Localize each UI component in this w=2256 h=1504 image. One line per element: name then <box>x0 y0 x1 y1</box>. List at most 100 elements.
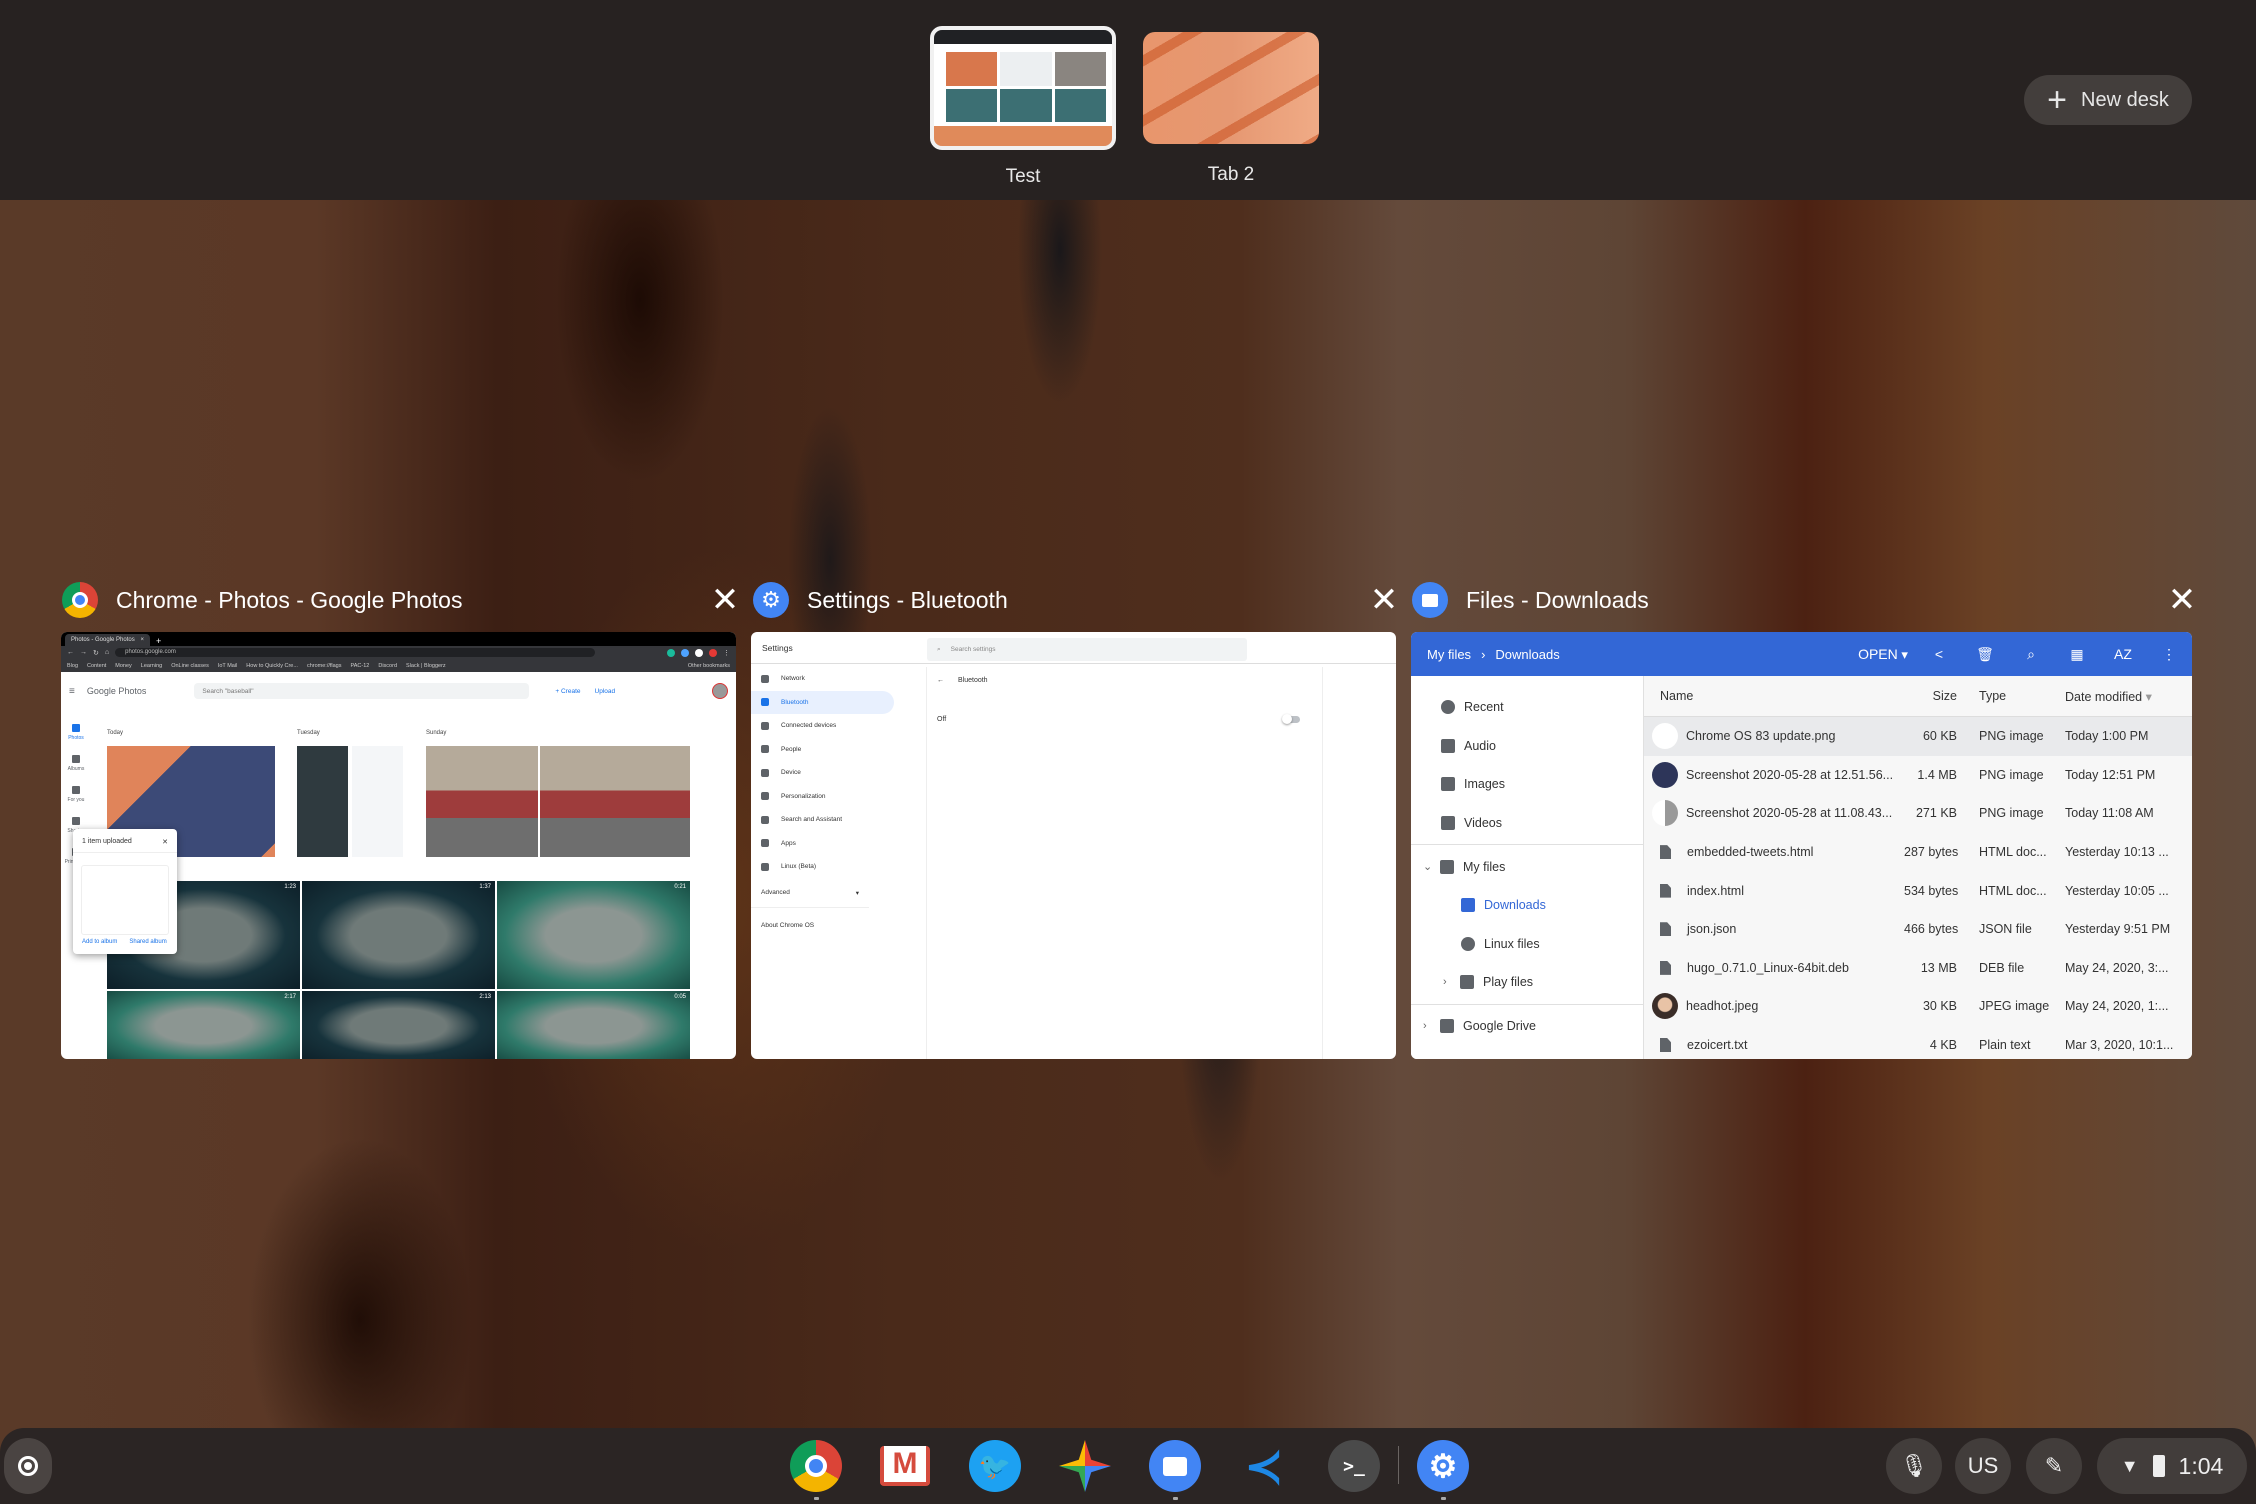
grid-view-icon[interactable]: ▦ <box>2054 646 2100 663</box>
sidebar-item-linux-files[interactable]: Linux files <box>1411 925 1643 964</box>
shelf-app-vscode[interactable]: ≺ <box>1236 1438 1292 1494</box>
sidebar-item-recent[interactable]: Recent <box>1411 688 1643 727</box>
nav-for-you[interactable]: For you <box>61 786 91 803</box>
advanced-toggle[interactable]: Advanced ▾ <box>751 879 869 908</box>
settings-search-input[interactable]: ⌕ Search settings <box>927 638 1247 661</box>
avatar[interactable] <box>712 683 728 699</box>
shelf-app-google-photos[interactable] <box>1057 1438 1113 1494</box>
add-to-album-link[interactable]: Add to album <box>82 939 117 945</box>
sort-az-icon[interactable]: AZ <box>2100 646 2146 662</box>
sidebar-item-google-drive[interactable]: › Google Drive <box>1411 1007 1643 1046</box>
window-preview-files[interactable]: My files › Downloads OPEN ▾ < 🗑 ⌕ ▦ AZ ⋮ R… <box>1411 632 2192 1059</box>
photos-search-input[interactable]: Search "baseball" <box>194 683 530 699</box>
nav-connected-devices[interactable]: Connected devices <box>751 714 895 738</box>
window-preview-settings[interactable]: Settings ⌕ Search settings Network Blueto… <box>751 632 1396 1059</box>
file-row[interactable]: headhot.jpeg 30 KB JPEG image May 24, 2020,… <box>1644 987 2192 1026</box>
nav-people[interactable]: People <box>751 738 895 762</box>
shared-album-link[interactable]: Shared album <box>129 939 166 945</box>
extension-icon[interactable] <box>681 648 689 657</box>
bookmark[interactable]: Discord <box>378 663 397 669</box>
dictation-button[interactable]: 🎙 <box>1886 1438 1942 1494</box>
video-thumbnail[interactable]: 1:37 <box>302 881 495 989</box>
bookmark[interactable]: PAC-12 <box>351 663 370 669</box>
create-button[interactable]: + Create <box>555 688 580 695</box>
video-thumbnail[interactable]: 2:17 <box>107 991 300 1059</box>
stylus-tools-button[interactable]: ✎ <box>2026 1438 2082 1494</box>
bookmark[interactable]: OnLine classes <box>171 663 209 669</box>
column-name[interactable]: Name <box>1644 689 1904 703</box>
sidebar-item-play-files[interactable]: › Play files <box>1411 963 1643 1002</box>
about-chrome-os-link[interactable]: About Chrome OS <box>751 908 895 943</box>
nav-network[interactable]: Network <box>751 667 895 691</box>
bookmark-other[interactable]: Other bookmarks <box>688 663 730 669</box>
file-row[interactable]: embedded-tweets.html 287 bytes HTML doc...… <box>1644 833 2192 872</box>
bluetooth-toggle[interactable] <box>1282 714 1300 724</box>
nav-device[interactable]: Device <box>751 761 895 785</box>
photo-thumbnail[interactable] <box>426 746 538 857</box>
share-icon[interactable]: < <box>1916 646 1962 662</box>
nav-photos[interactable]: Photos <box>61 724 91 741</box>
column-size[interactable]: Size <box>1904 689 1969 703</box>
close-window-settings-button[interactable]: ✕ <box>1366 581 1402 619</box>
breadcrumb-my-files[interactable]: My files <box>1427 647 1471 662</box>
nav-apps[interactable]: Apps <box>751 832 895 856</box>
bookmark[interactable]: IoT Mail <box>218 663 237 669</box>
nav-bluetooth[interactable]: Bluetooth <box>751 690 894 714</box>
file-row[interactable]: json.json 466 bytes JSON file Yesterday 9:5… <box>1644 910 2192 949</box>
extension-icon[interactable] <box>709 648 717 657</box>
bookmark[interactable]: Slack | Bloggerz <box>406 663 446 669</box>
file-row[interactable]: hugo_0.71.0_Linux-64bit.deb 13 MB DEB file… <box>1644 949 2192 988</box>
sidebar-item-images[interactable]: Images <box>1411 765 1643 804</box>
close-window-files-button[interactable]: ✕ <box>2164 581 2200 619</box>
chevron-down-icon[interactable]: ⌄ <box>1423 860 1433 873</box>
file-row[interactable]: ezoicert.txt 4 KB Plain text Mar 3, 2020, 1… <box>1644 1026 2192 1059</box>
shelf-app-gmail[interactable]: M <box>877 1438 933 1494</box>
shelf-app-terminal[interactable]: >_ <box>1326 1438 1382 1494</box>
back-arrow-icon[interactable]: ← <box>937 677 944 684</box>
close-icon[interactable]: ✕ <box>162 838 168 846</box>
column-type[interactable]: Type <box>1969 689 2059 703</box>
nav-personalization[interactable]: Personalization <box>751 785 895 809</box>
new-desk-button[interactable]: + New desk <box>2024 75 2192 125</box>
menu-dots-icon[interactable]: ⋮ <box>723 649 730 657</box>
open-button[interactable]: OPEN ▾ <box>1850 646 1916 663</box>
more-menu-icon[interactable]: ⋮ <box>2146 646 2192 663</box>
sidebar-item-videos[interactable]: Videos <box>1411 804 1643 843</box>
forward-icon[interactable]: → <box>80 649 87 656</box>
file-row[interactable]: index.html 534 bytes HTML doc... Yesterday … <box>1644 871 2192 910</box>
sidebar-item-my-files[interactable]: ⌄ My files <box>1411 847 1643 886</box>
bookmark[interactable]: Content <box>87 663 106 669</box>
chevron-right-icon[interactable]: › <box>1423 1020 1433 1032</box>
desk-tab-2[interactable]: Tab 2 <box>1143 26 1319 186</box>
close-window-chrome-button[interactable]: ✕ <box>707 581 743 619</box>
nav-linux[interactable]: Linux (Beta) <box>751 855 895 879</box>
shelf-app-chrome[interactable] <box>788 1438 844 1500</box>
omnibox[interactable]: photos.google.com <box>115 648 596 657</box>
nav-search-assistant[interactable]: Search and Assistant <box>751 808 895 832</box>
photo-thumbnail[interactable] <box>297 746 403 857</box>
video-thumbnail[interactable]: 0:21 <box>497 881 690 989</box>
extension-icon[interactable] <box>667 648 675 657</box>
chevron-right-icon[interactable]: › <box>1443 976 1453 988</box>
shelf-app-files[interactable] <box>1147 1438 1203 1500</box>
back-icon[interactable]: ← <box>67 649 74 656</box>
delete-icon[interactable]: 🗑 <box>1962 646 2008 663</box>
new-tab-icon[interactable]: + <box>156 636 161 646</box>
browser-tab[interactable]: Photos - Google Photos × <box>65 634 150 646</box>
video-thumbnail[interactable]: 0:05 <box>497 991 690 1059</box>
sidebar-item-audio[interactable]: Audio <box>1411 727 1643 766</box>
ime-menu-button[interactable]: US <box>1955 1438 2011 1494</box>
close-tab-icon[interactable]: × <box>140 637 144 643</box>
bookmark[interactable]: How to Quickly Cre... <box>246 663 298 669</box>
photo-thumbnail[interactable] <box>540 746 690 857</box>
window-header-files[interactable]: Files - Downloads <box>1412 580 1649 620</box>
home-icon[interactable]: ⌂ <box>105 649 109 656</box>
window-header-chrome[interactable]: Chrome - Photos - Google Photos <box>62 580 462 620</box>
video-thumbnail[interactable]: 2:13 <box>302 991 495 1059</box>
extension-icon[interactable] <box>653 649 661 657</box>
search-icon[interactable]: ⌕ <box>2008 646 2054 663</box>
file-row[interactable]: Screenshot 2020-05-28 at 12.51.56... 1.4 … <box>1644 756 2192 795</box>
upload-button[interactable]: Upload <box>595 688 616 695</box>
status-area[interactable]: ▼ 1:04 <box>2097 1438 2247 1494</box>
shelf-app-twitter[interactable]: 🐦 <box>967 1438 1023 1494</box>
